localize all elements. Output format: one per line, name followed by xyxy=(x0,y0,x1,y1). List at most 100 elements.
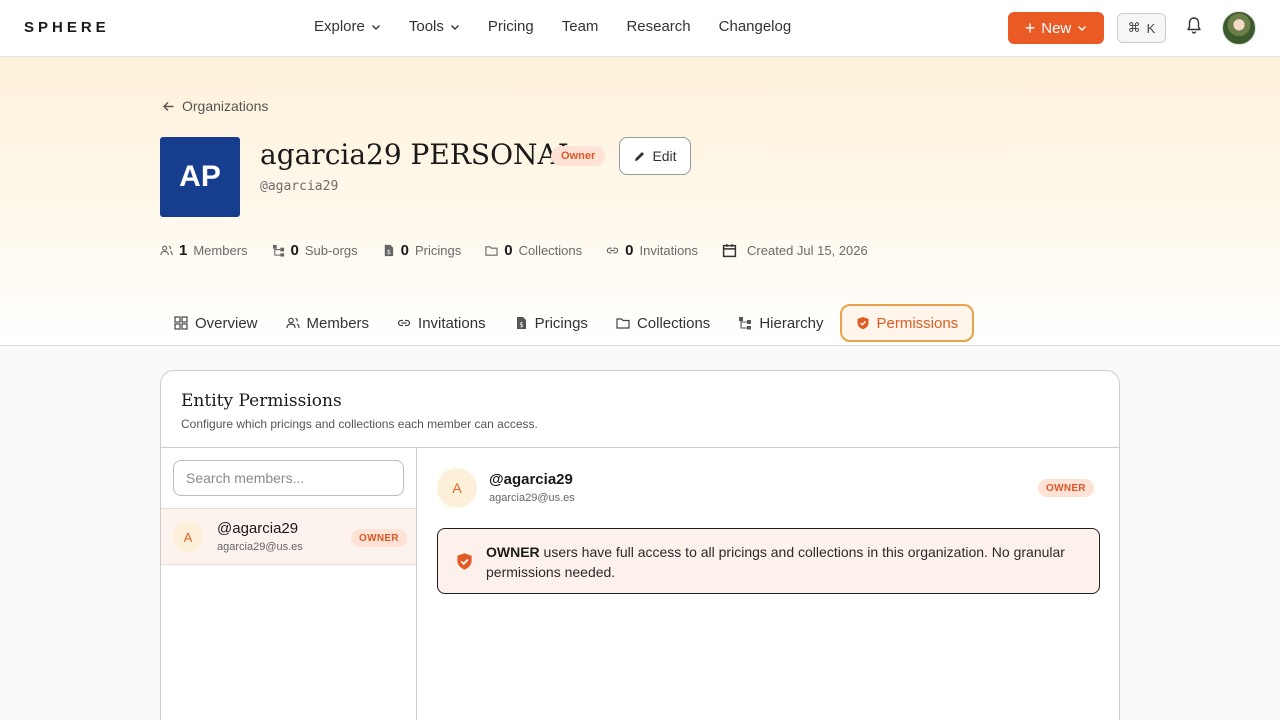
stat-pricings-value: 0 xyxy=(400,242,409,259)
nav-research[interactable]: Research xyxy=(626,18,690,35)
new-button-label: New xyxy=(1041,19,1072,37)
file-dollar-icon: $ xyxy=(516,317,526,329)
role-badge: OWNER xyxy=(1038,479,1094,497)
new-button[interactable]: + New xyxy=(1008,12,1104,44)
nav-changelog[interactable]: Changelog xyxy=(719,18,792,35)
shield-icon xyxy=(857,317,868,330)
stat-created: Created Jul 15, 2026 xyxy=(722,243,868,258)
tab-pricings-label: Pricings xyxy=(534,314,588,332)
notice-text: users have full access to all pricings a… xyxy=(486,544,1065,580)
svg-text:$: $ xyxy=(387,248,391,256)
org-tabs: Overview Members Invitations $ Pricings … xyxy=(160,304,975,342)
tab-permissions-label: Permissions xyxy=(876,314,959,332)
org-stats: 1 Members 0 Sub-orgs $ 0 Pricings 0 Coll… xyxy=(160,242,892,259)
tab-collections-label: Collections xyxy=(636,314,711,332)
folder-icon xyxy=(616,318,630,329)
role-badge: OWNER xyxy=(351,529,407,547)
shortcut-key: K xyxy=(1146,20,1156,36)
stat-members-label: Members xyxy=(193,243,248,258)
tab-overview[interactable]: Overview xyxy=(160,304,272,342)
nav-tools-label: Tools xyxy=(408,18,444,35)
arrow-left-icon xyxy=(163,101,174,111)
stat-collections-label: Collections xyxy=(518,243,583,258)
stat-members: 1 Members xyxy=(160,242,248,259)
grid-icon xyxy=(174,316,188,330)
link-icon xyxy=(606,247,619,254)
calendar-icon xyxy=(722,244,737,258)
tab-invitations[interactable]: Invitations xyxy=(383,304,500,342)
breadcrumb-label: Organizations xyxy=(182,98,269,114)
member-detail-pane: A @agarcia29 agarcia29@us.es OWNER OWNER… xyxy=(417,448,1119,720)
user-avatar[interactable] xyxy=(1222,11,1256,45)
notice-role: OWNER xyxy=(486,544,540,560)
pencil-icon xyxy=(635,151,645,161)
users-icon xyxy=(160,245,173,256)
command-palette-button[interactable]: ⌘ K xyxy=(1117,13,1166,43)
logo[interactable]: SPHERE xyxy=(24,19,110,36)
tab-pricings[interactable]: $ Pricings xyxy=(500,304,602,342)
command-icon: ⌘ xyxy=(1127,20,1141,35)
stat-suborgs: 0 Sub-orgs xyxy=(272,242,358,259)
avatar: A xyxy=(437,468,477,508)
tab-members[interactable]: Members xyxy=(272,304,384,342)
nav-links: Explore Tools Pricing Team Research Chan… xyxy=(314,18,791,35)
tab-invitations-label: Invitations xyxy=(418,314,486,332)
org-header: Organizations AP agarcia29 PERSONAL Owne… xyxy=(0,57,1280,346)
users-icon xyxy=(285,317,300,329)
nav-explore-label: Explore xyxy=(314,18,365,35)
file-dollar-icon: $ xyxy=(384,244,393,256)
stat-pricings-label: Pricings xyxy=(414,243,462,258)
page-title: agarcia29 PERSONAL xyxy=(260,138,577,171)
stat-suborgs-label: Sub-orgs xyxy=(304,243,358,258)
member-list-pane: A @agarcia29 agarcia29@us.es OWNER xyxy=(161,448,417,720)
nav-pricing[interactable]: Pricing xyxy=(488,18,534,35)
created-date: Created Jul 15, 2026 xyxy=(747,243,868,258)
chevron-down-icon xyxy=(1078,26,1087,31)
chevron-down-icon xyxy=(371,24,380,30)
role-badge: Owner xyxy=(551,146,606,166)
selected-email: agarcia29@us.es xyxy=(489,492,575,504)
svg-text:$: $ xyxy=(519,321,523,329)
stat-collections: 0 Collections xyxy=(485,242,582,259)
org-handle: @agarcia29 xyxy=(260,179,339,194)
chevron-down-icon xyxy=(450,24,459,30)
folder-icon xyxy=(485,246,498,256)
search-input[interactable] xyxy=(173,460,404,496)
tab-hierarchy[interactable]: Hierarchy xyxy=(724,304,837,342)
link-icon xyxy=(397,319,411,327)
owner-notice: OWNER users have full access to all pric… xyxy=(437,528,1100,594)
card-subtitle: Configure which pricings and collections… xyxy=(181,417,538,431)
list-item[interactable]: A @agarcia29 agarcia29@us.es OWNER xyxy=(161,508,416,565)
tab-overview-label: Overview xyxy=(195,314,258,332)
nav-explore[interactable]: Explore xyxy=(314,18,381,35)
stat-members-value: 1 xyxy=(179,242,188,259)
stat-collections-value: 0 xyxy=(504,242,513,259)
breadcrumb[interactable]: Organizations xyxy=(162,98,268,114)
tab-collections[interactable]: Collections xyxy=(602,304,724,342)
nav-team[interactable]: Team xyxy=(562,18,599,35)
edit-button[interactable]: Edit xyxy=(619,137,691,175)
permissions-card: Entity Permissions Configure which prici… xyxy=(160,370,1120,720)
card-header: Entity Permissions Configure which prici… xyxy=(161,371,1119,448)
shield-check-icon xyxy=(457,553,472,570)
hierarchy-icon xyxy=(272,244,284,257)
stat-invitations-value: 0 xyxy=(625,242,634,259)
stat-suborgs-value: 0 xyxy=(290,242,299,259)
bell-icon[interactable] xyxy=(1185,16,1203,36)
card-title: Entity Permissions xyxy=(181,391,342,411)
avatar: A xyxy=(173,522,203,552)
top-nav: SPHERE Explore Tools Pricing Team Resear… xyxy=(0,0,1280,57)
stat-pricings: $ 0 Pricings xyxy=(382,242,462,259)
edit-button-label: Edit xyxy=(652,148,677,164)
org-avatar: AP xyxy=(160,137,240,217)
selected-username: @agarcia29 xyxy=(489,471,573,488)
plus-icon: + xyxy=(1024,17,1036,38)
stat-invitations-label: Invitations xyxy=(639,243,699,258)
member-email: agarcia29@us.es xyxy=(217,541,303,553)
tab-hierarchy-label: Hierarchy xyxy=(759,314,824,332)
stat-invitations: 0 Invitations xyxy=(606,242,698,259)
hierarchy-icon xyxy=(739,317,752,330)
tab-permissions[interactable]: Permissions xyxy=(839,304,975,342)
nav-tools[interactable]: Tools xyxy=(409,18,460,35)
member-username: @agarcia29 xyxy=(217,520,299,537)
